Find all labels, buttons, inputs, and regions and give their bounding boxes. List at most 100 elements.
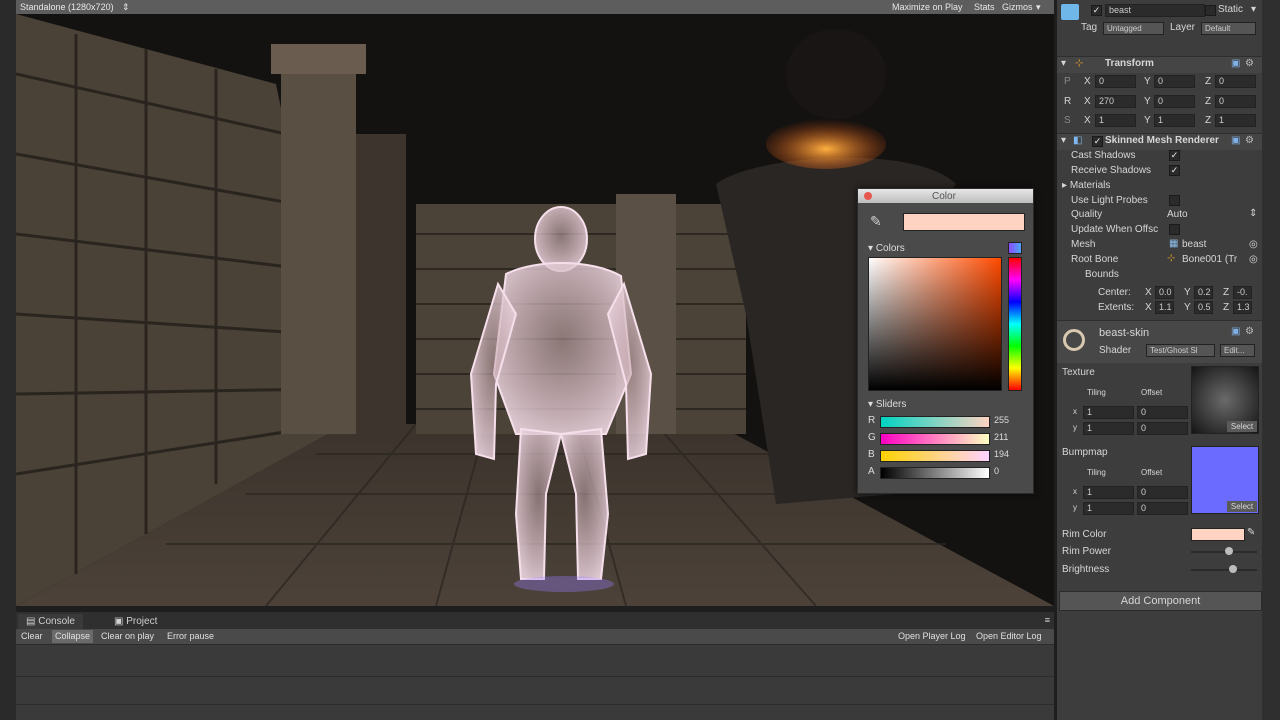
materials-foldout[interactable]: ▸ Materials (1062, 180, 1110, 191)
r-channel-value[interactable]: 255 (994, 415, 1022, 426)
object-picker-icon[interactable]: ◎ (1249, 239, 1258, 250)
mesh-renderer-icon: ◧ (1073, 135, 1083, 146)
b-channel-value[interactable]: 194 (994, 449, 1022, 460)
texture-tiling-x-field[interactable]: 1 (1083, 406, 1134, 419)
use-light-probes-checkbox[interactable] (1169, 195, 1180, 206)
receive-shadows-checkbox[interactable]: ✓ (1169, 165, 1180, 176)
g-channel-value[interactable]: 211 (994, 432, 1022, 443)
object-picker-icon[interactable]: ◎ (1249, 254, 1258, 265)
center-z-field[interactable]: -0. (1233, 286, 1252, 299)
rotation-z-field[interactable]: 0 (1215, 95, 1256, 108)
panel-menu-icon[interactable]: ≡ (1045, 615, 1050, 625)
texture-select-button[interactable]: Select (1227, 421, 1257, 432)
collapse-toggle[interactable]: Collapse (52, 630, 94, 643)
brightness-slider-track[interactable] (1191, 569, 1257, 571)
texture-offset-x-field[interactable]: 0 (1137, 406, 1188, 419)
chevron-updown-icon: ⇕ (1249, 208, 1258, 219)
g-channel-slider[interactable] (880, 433, 990, 445)
color-picker-window[interactable]: Color ✎ ▾ Colors ▾ Sliders R 255 G 211 B… (857, 188, 1034, 494)
center-x-field[interactable]: 0.0 (1155, 286, 1174, 299)
bumpmap-offset-x-field[interactable]: 0 (1137, 486, 1188, 499)
tag-dropdown[interactable]: Untagged (1103, 22, 1164, 35)
extents-z-field[interactable]: 1.3 (1233, 301, 1252, 314)
static-checkbox[interactable] (1205, 5, 1216, 16)
hue-slider[interactable] (1008, 257, 1022, 391)
gear-icon[interactable]: ⚙ (1245, 58, 1254, 69)
bumpmap-tiling-label: Tiling (1087, 468, 1106, 477)
scale-y-field[interactable]: 1 (1154, 114, 1195, 127)
resolution-dropdown[interactable]: Standalone (1280x720) (20, 2, 114, 12)
extents-x-field[interactable]: 1.1 (1155, 301, 1174, 314)
clear-on-play-toggle[interactable]: Clear on play (98, 630, 157, 643)
b-channel-slider[interactable] (880, 450, 990, 462)
help-book-icon[interactable]: ▣ (1231, 58, 1240, 69)
extents-y-field[interactable]: 0.5 (1194, 301, 1213, 314)
position-x-field[interactable]: 0 (1095, 75, 1136, 88)
inspector-panel: ✓ beast Static ▾ Tag Untagged Layer Defa… (1057, 0, 1280, 720)
static-label: Static (1218, 4, 1244, 15)
rotation-reset-button[interactable]: R (1064, 96, 1071, 107)
gear-icon[interactable]: ⚙ (1245, 326, 1254, 337)
mesh-label: Mesh (1071, 239, 1096, 250)
tab-project[interactable]: ▣ Project (106, 614, 165, 629)
scale-reset-button[interactable]: S (1064, 115, 1071, 126)
saturation-value-box[interactable] (868, 257, 1002, 391)
open-editor-log-button[interactable]: Open Editor Log (973, 630, 1045, 643)
gizmos-dropdown[interactable]: Gizmos (1002, 2, 1033, 12)
close-icon[interactable] (864, 192, 872, 200)
bumpmap-offset-y-field[interactable]: 0 (1137, 502, 1188, 515)
scale-x-field[interactable]: 1 (1095, 114, 1136, 127)
brightness-slider-thumb[interactable] (1229, 565, 1238, 573)
rotation-x-field[interactable]: 270 (1095, 95, 1136, 108)
shader-edit-button[interactable]: Edit... (1220, 344, 1255, 357)
bumpmap-tiling-x-field[interactable]: 1 (1083, 486, 1134, 499)
foldout-arrow-icon[interactable]: ▾ (1061, 58, 1066, 69)
stats-toggle[interactable]: Stats (974, 2, 995, 12)
tab-console[interactable]: ▤ Console (18, 614, 83, 629)
texture-offset-y-field[interactable]: 0 (1137, 422, 1188, 435)
sliders-section-toggle[interactable]: ▾ Sliders (868, 399, 906, 410)
object-name-field[interactable]: beast (1105, 4, 1205, 17)
bumpmap-tiling-y-field[interactable]: 1 (1083, 502, 1134, 515)
gear-icon[interactable]: ⚙ (1245, 135, 1254, 146)
scale-z-field[interactable]: 1 (1215, 114, 1256, 127)
position-reset-button[interactable]: P (1064, 76, 1071, 87)
shader-dropdown[interactable]: Test/Ghost Sl (1146, 344, 1215, 357)
a-channel-slider[interactable] (880, 467, 990, 479)
rim-power-slider-track[interactable] (1191, 551, 1257, 553)
add-component-button[interactable]: Add Component (1059, 591, 1262, 611)
bumpmap-select-button[interactable]: Select (1227, 501, 1257, 512)
help-book-icon[interactable]: ▣ (1231, 326, 1240, 337)
layer-dropdown[interactable]: Default (1201, 22, 1256, 35)
mesh-field[interactable]: beast (1182, 239, 1206, 250)
open-player-log-button[interactable]: Open Player Log (895, 630, 969, 643)
center-y-field[interactable]: 0.2 (1194, 286, 1213, 299)
center-z-label: Z (1223, 287, 1230, 298)
colors-section-toggle[interactable]: ▾ Colors (868, 243, 905, 254)
position-y-field[interactable]: 0 (1154, 75, 1195, 88)
renderer-enabled-checkbox[interactable]: ✓ (1092, 136, 1103, 147)
texture-tiling-y-field[interactable]: 1 (1083, 422, 1134, 435)
rim-power-slider-thumb[interactable] (1225, 547, 1234, 555)
position-z-field[interactable]: 0 (1215, 75, 1256, 88)
color-mode-icon[interactable] (1008, 242, 1022, 254)
maximize-on-play-toggle[interactable]: Maximize on Play (892, 2, 963, 12)
eyedropper-icon[interactable]: ✎ (870, 213, 882, 230)
r-channel-slider[interactable] (880, 416, 990, 428)
quality-dropdown[interactable]: Auto (1167, 209, 1188, 220)
cast-shadows-checkbox[interactable]: ✓ (1169, 150, 1180, 161)
chevron-down-icon[interactable]: ▾ (1251, 4, 1256, 15)
update-offscreen-checkbox[interactable] (1169, 224, 1180, 235)
error-pause-toggle[interactable]: Error pause (164, 630, 217, 643)
active-checkbox[interactable]: ✓ (1091, 5, 1102, 16)
a-channel-value[interactable]: 0 (994, 466, 1022, 477)
foldout-arrow-icon[interactable]: ▾ (1061, 135, 1066, 146)
b-channel-label: B (868, 449, 875, 460)
inspector-scrollbar[interactable] (1262, 0, 1280, 720)
root-bone-field[interactable]: Bone001 (Tr (1182, 254, 1237, 265)
clear-button[interactable]: Clear (18, 630, 46, 643)
help-book-icon[interactable]: ▣ (1231, 135, 1240, 146)
rotation-y-field[interactable]: 0 (1154, 95, 1195, 108)
rim-color-swatch[interactable] (1191, 528, 1245, 541)
eyedropper-icon[interactable]: ✎ (1247, 527, 1255, 538)
